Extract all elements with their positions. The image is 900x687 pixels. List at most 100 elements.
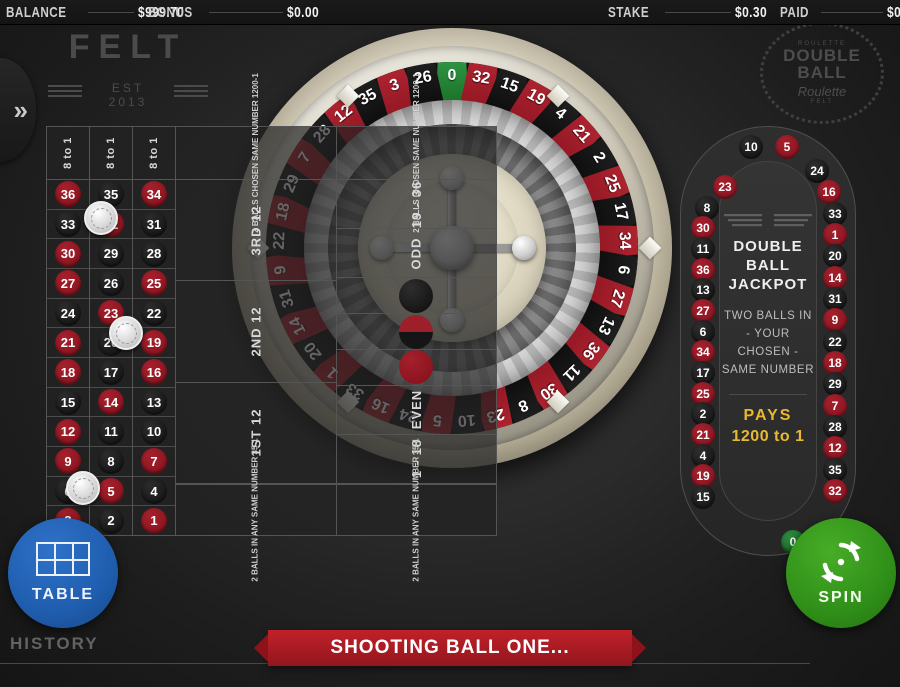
bet-cell-1[interactable]: 1: [133, 506, 175, 535]
any-same-number-side-bet[interactable]: 2 BALLS IN ANY SAME NUMBER 35-1: [176, 438, 336, 582]
felt-logo-name: FELT: [68, 28, 188, 66]
bet-cell-26[interactable]: 26: [90, 269, 132, 299]
bet-cell-21[interactable]: 21: [47, 328, 89, 359]
bet-cell-28[interactable]: 28: [133, 239, 175, 270]
racetrack-number-9[interactable]: 9: [823, 308, 847, 333]
even-chance-bet-2[interactable]: [336, 278, 497, 315]
bet-cell-36[interactable]: 36: [47, 180, 89, 210]
bet-cell-30[interactable]: 30: [47, 239, 89, 270]
number-ball: 14: [98, 389, 124, 416]
dozen-bet-2[interactable]: 2ND 12: [176, 281, 336, 383]
wheel-pocket-number: 36: [578, 338, 603, 363]
wheel-pocket-number: 2: [589, 149, 609, 166]
racetrack-number-5[interactable]: 5: [775, 135, 799, 159]
column-bet-header[interactable]: 8 to 1: [90, 127, 132, 180]
racetrack-number-16[interactable]: 16: [817, 180, 841, 205]
bet-cell-4[interactable]: 4: [133, 477, 175, 507]
bonus-meter: BONUS $0.00: [148, 0, 327, 24]
number-ball: 12: [55, 418, 81, 445]
bet-cell-14[interactable]: 14: [90, 388, 132, 418]
history-button[interactable]: HISTORY: [10, 634, 99, 654]
wheel-pocket-number: 13: [594, 313, 618, 338]
jackpot-desc-line1: TWO BALLS IN: [724, 310, 812, 323]
bet-cell-34[interactable]: 34: [133, 180, 175, 210]
number-ball: 4: [141, 478, 167, 505]
column-bet-header[interactable]: 8 to 1: [133, 127, 175, 180]
dozen-bet-label: 3RD 12: [248, 205, 264, 256]
even-chance-bet-1[interactable]: ODD: [336, 229, 497, 279]
spin-button-label: SPIN: [818, 589, 864, 606]
number-ball: 30: [55, 240, 81, 267]
bet-table-outside[interactable]: 2 BALLS CHOSEN SAME NUMBER 1200-1 3RD 12 2…: [176, 73, 498, 582]
paid-meter: PAID $0.00: [780, 0, 900, 24]
bet-cell-27[interactable]: 27: [47, 269, 89, 299]
wheel-pocket-number: 21: [569, 121, 594, 147]
racetrack-number-12[interactable]: 12: [823, 436, 847, 461]
number-ball: 1: [141, 507, 167, 534]
bet-cell-13[interactable]: 13: [133, 388, 175, 418]
chip-on-22[interactable]: [109, 316, 143, 350]
even-chance-bet-3[interactable]: [336, 314, 497, 350]
bet-cell-10[interactable]: 10: [133, 417, 175, 448]
number-ball: 19: [141, 329, 167, 356]
felt-logo-est: EST 2013: [108, 81, 148, 109]
wheel-pocket-number: 11: [559, 360, 584, 385]
bet-cell-31[interactable]: 31: [133, 210, 175, 240]
chip-face-icon: [90, 207, 112, 229]
dozen-bet-column[interactable]: 2 BALLS CHOSEN SAME NUMBER 1200-1 3RD 12 2…: [176, 73, 337, 582]
racetrack-number-20[interactable]: 20: [823, 244, 847, 269]
number-ball: 18: [55, 359, 81, 386]
bet-cell-7[interactable]: 7: [133, 447, 175, 477]
number-ball: 21: [55, 329, 81, 356]
panel-expand-button[interactable]: »: [0, 58, 36, 162]
bet-cell-25[interactable]: 25: [133, 269, 175, 299]
jackpot-divider: [728, 393, 808, 395]
chosen-number-side-bet[interactable]: 2 BALLS CHOSEN SAME NUMBER 1200-1: [176, 73, 336, 233]
table-button-label: TABLE: [31, 586, 95, 603]
racetrack-number-29[interactable]: 29: [823, 372, 847, 397]
top-status-bar: BALANCE $999.70 BONUS $0.00 STAKE $0.30 …: [0, 0, 900, 25]
column-bet-header[interactable]: 8 to 1: [47, 127, 89, 180]
jackpot-info-panel[interactable]: DOUBLE BALL JACKPOT TWO BALLS IN - YOUR …: [719, 161, 817, 521]
bet-cell-11[interactable]: 11: [90, 417, 132, 448]
wheel-pocket-number: 0: [447, 67, 457, 84]
even-chance-bet-0[interactable]: 19 - 36: [336, 180, 497, 230]
number-ball: 8: [98, 448, 124, 475]
chip-on-32[interactable]: [84, 201, 118, 235]
felt-logo-bars-left: [48, 82, 82, 100]
racetrack-number-23[interactable]: 23: [713, 175, 737, 199]
racetrack-number-32[interactable]: 32: [823, 479, 847, 503]
bet-cell-16[interactable]: 16: [133, 358, 175, 388]
status-banner-text: SHOOTING BALL ONE...: [330, 637, 570, 658]
bet-cell-18[interactable]: 18: [47, 358, 89, 388]
even-chance-label: ODD: [408, 237, 424, 270]
number-ball: 33: [55, 211, 81, 237]
number-ball: 22: [141, 300, 167, 327]
spin-button[interactable]: SPIN: [786, 518, 896, 628]
any-same-number-side-bet[interactable]: 2 BALLS IN ANY SAME NUMBER 35-1: [336, 438, 497, 582]
bet-cell-15[interactable]: 15: [47, 388, 89, 418]
chip-split-6-5[interactable]: [66, 471, 100, 505]
wheel-pocket-number: 25: [600, 172, 624, 196]
bet-cell-24[interactable]: 24: [47, 299, 89, 329]
number-ball: 17: [98, 359, 124, 386]
racetrack-number-10[interactable]: 10: [739, 135, 763, 159]
db-badge-bottom-text: FELT: [810, 98, 834, 105]
wheel-pocket-number: 8: [515, 395, 531, 415]
db-badge-line2: BALL: [797, 63, 847, 83]
even-chance-bet-4[interactable]: [336, 350, 497, 386]
even-chance-bet-5[interactable]: EVEN: [336, 386, 497, 435]
bet-cell-33[interactable]: 33: [47, 210, 89, 240]
chosen-number-side-bet[interactable]: 2 BALLS CHOSEN SAME NUMBER 1200-1: [336, 73, 497, 233]
table-view-button[interactable]: TABLE: [8, 518, 118, 628]
number-ball: 27: [55, 270, 81, 297]
bet-cell-8[interactable]: 8: [90, 447, 132, 477]
even-chance-column[interactable]: 2 BALLS CHOSEN SAME NUMBER 1200-1 19 - 36…: [336, 73, 498, 582]
bet-cell-29[interactable]: 29: [90, 239, 132, 270]
chevron-right-double-icon: »: [13, 95, 28, 125]
racetrack-number-15[interactable]: 15: [691, 485, 715, 509]
double-ball-jackpot-racetrack[interactable]: DOUBLE BALL JACKPOT TWO BALLS IN - YOUR …: [680, 126, 856, 556]
bonus-label: BONUS: [148, 3, 193, 21]
bet-cell-12[interactable]: 12: [47, 417, 89, 448]
bet-cell-17[interactable]: 17: [90, 358, 132, 388]
